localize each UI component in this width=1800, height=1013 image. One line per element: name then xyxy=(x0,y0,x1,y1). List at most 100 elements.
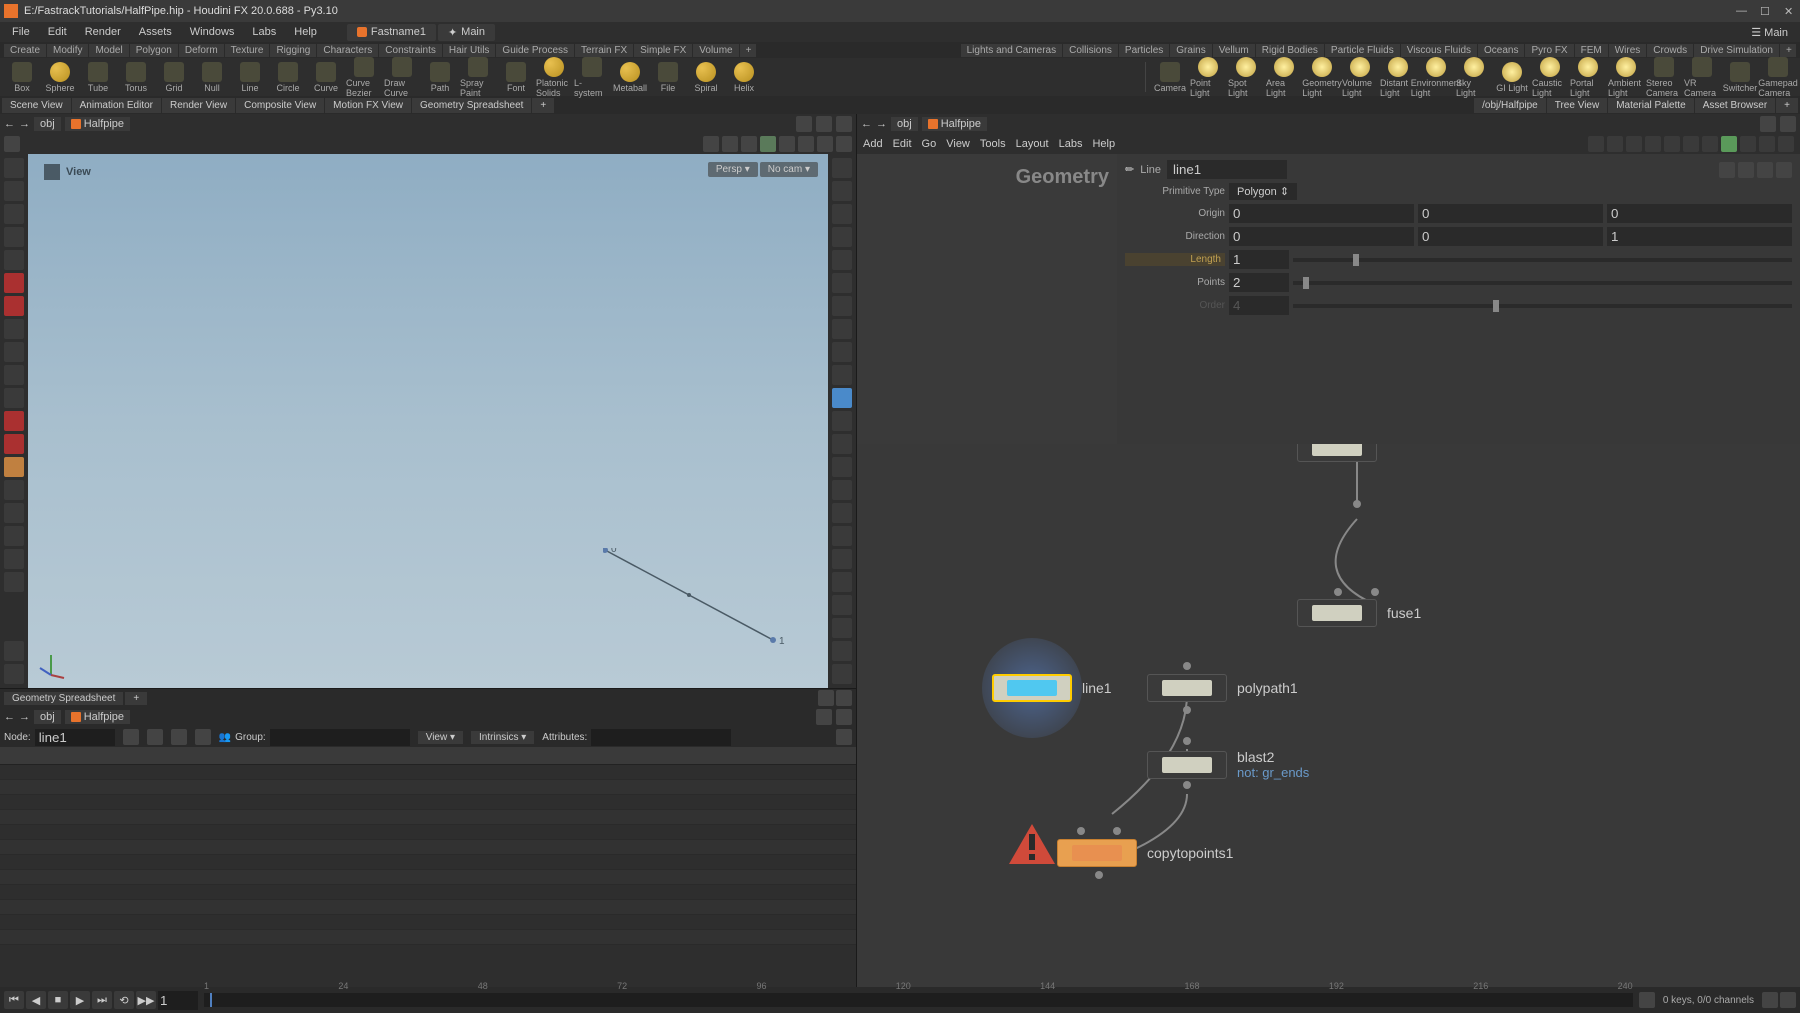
nav-back-icon[interactable]: ← xyxy=(861,118,872,130)
maximize-icon[interactable] xyxy=(836,116,852,132)
shelf-tool-camera[interactable]: Camera xyxy=(1152,62,1188,93)
display-opt-icon[interactable] xyxy=(832,526,852,546)
display-opt-icon[interactable] xyxy=(832,572,852,592)
shelf-tool-spotlight[interactable]: Spot Light xyxy=(1228,57,1264,98)
shelf-tab[interactable]: Drive Simulation xyxy=(1694,44,1779,57)
display-opt-icon[interactable] xyxy=(832,158,852,178)
origin-z-field[interactable] xyxy=(1607,204,1792,223)
pin-icon[interactable] xyxy=(816,709,832,725)
display-opt-icon[interactable] xyxy=(832,250,852,270)
tool-icon[interactable] xyxy=(4,503,24,523)
shelf-tool-drawcurve[interactable]: Draw Curve xyxy=(384,57,420,98)
shelf-tool-path[interactable]: Path xyxy=(422,62,458,93)
vertex-mode-icon[interactable] xyxy=(147,729,163,745)
prim-mode-icon[interactable] xyxy=(171,729,187,745)
play-first-button[interactable]: ⏮ xyxy=(4,991,24,1009)
shelf-tool-pointlight[interactable]: Point Light xyxy=(1190,57,1226,98)
shelf-tab[interactable]: Volume xyxy=(693,44,738,57)
pane-max-icon[interactable] xyxy=(836,690,852,706)
display-opt-icon[interactable] xyxy=(832,365,852,385)
node-polypath1[interactable]: polypath1 xyxy=(1147,674,1298,702)
path-segment-halfpipe[interactable]: Halfpipe xyxy=(65,710,130,724)
persp-dropdown[interactable]: Persp ▾ xyxy=(708,162,758,177)
shelf-tool-file[interactable]: File xyxy=(650,62,686,93)
node-blast2[interactable]: blast2 not: gr_ends xyxy=(1147,749,1309,780)
shelf-tool-torus[interactable]: Torus xyxy=(118,62,154,93)
network-opt-icon[interactable] xyxy=(1702,136,1718,152)
shelf-tool-amblight[interactable]: Ambient Light xyxy=(1608,57,1644,98)
pane-tab-assetbrowser[interactable]: Asset Browser xyxy=(1695,98,1775,113)
length-slider[interactable] xyxy=(1293,258,1792,262)
pane-tab-animeditor[interactable]: Animation Editor xyxy=(72,98,161,113)
help-icon[interactable] xyxy=(836,709,852,725)
pane-tab-add[interactable]: + xyxy=(1776,98,1798,113)
menu-help[interactable]: Help xyxy=(286,24,325,40)
nav-fwd-icon[interactable]: → xyxy=(19,711,30,723)
pin-icon[interactable] xyxy=(816,116,832,132)
node-line1[interactable]: line1 xyxy=(992,674,1112,702)
shelf-tab[interactable]: Vellum xyxy=(1213,44,1255,57)
spreadsheet-tab-add[interactable]: + xyxy=(125,692,147,705)
tool-icon[interactable] xyxy=(4,526,24,546)
shelf-tab[interactable]: Texture xyxy=(225,44,270,57)
nav-fwd-icon[interactable]: → xyxy=(876,118,887,130)
pane-tab-add[interactable]: + xyxy=(532,98,554,113)
network-opt-icon[interactable] xyxy=(1721,136,1737,152)
node-connector[interactable] xyxy=(1334,588,1342,596)
shelf-tab[interactable]: Constraints xyxy=(379,44,442,57)
shelf-tab[interactable]: Guide Process xyxy=(496,44,574,57)
select-tool-icon[interactable] xyxy=(4,181,24,201)
sel-mode-icon[interactable] xyxy=(760,136,776,152)
tool-icon[interactable] xyxy=(4,664,24,684)
origin-x-field[interactable] xyxy=(1229,204,1414,223)
pane-tab-compview[interactable]: Composite View xyxy=(236,98,324,113)
param-opt-icon[interactable] xyxy=(1757,162,1773,178)
attributes-field[interactable] xyxy=(591,729,731,746)
display-opt-icon[interactable] xyxy=(832,480,852,500)
help-icon[interactable] xyxy=(1776,162,1792,178)
param-opt-icon[interactable] xyxy=(1719,162,1735,178)
display-opt-icon[interactable] xyxy=(832,388,852,408)
menu-add[interactable]: Add xyxy=(863,138,883,150)
shelf-tab[interactable]: Pyro FX xyxy=(1525,44,1573,57)
menu-labs[interactable]: Labs xyxy=(244,24,284,40)
display-opt-icon[interactable] xyxy=(832,227,852,247)
play-stop-button[interactable]: ■ xyxy=(48,991,68,1009)
display-opt-icon[interactable] xyxy=(832,204,852,224)
shelf-tool-line[interactable]: Line xyxy=(232,62,268,93)
play-prev-button[interactable]: ◀ xyxy=(26,991,46,1009)
display-opt-icon[interactable] xyxy=(832,549,852,569)
tool-icon[interactable] xyxy=(4,549,24,569)
tool-icon[interactable] xyxy=(4,296,24,316)
shelf-tool-vollight[interactable]: Volume Light xyxy=(1342,57,1378,98)
node-copytopoints1[interactable]: copytopoints1 xyxy=(1057,839,1233,867)
view-tool-icon[interactable] xyxy=(4,158,24,178)
tool-icon[interactable] xyxy=(4,365,24,385)
node-fuse1[interactable]: fuse1 xyxy=(1297,599,1421,627)
path-segment-obj[interactable]: obj xyxy=(34,710,61,724)
shelf-tab[interactable]: FEM xyxy=(1575,44,1608,57)
node-upstream[interactable] xyxy=(1297,444,1377,462)
timeline-opt-icon[interactable] xyxy=(1780,992,1796,1008)
shelf-tool-gamepadcam[interactable]: Gamepad Camera xyxy=(1760,57,1796,98)
snap-icon[interactable] xyxy=(817,136,833,152)
network-opt-icon[interactable] xyxy=(1607,136,1623,152)
detail-mode-icon[interactable] xyxy=(195,729,211,745)
shelf-tab[interactable]: Rigging xyxy=(270,44,316,57)
display-opt-icon[interactable] xyxy=(832,319,852,339)
shelf-tool-arealight[interactable]: Area Light xyxy=(1266,57,1302,98)
menu-view[interactable]: View xyxy=(946,138,970,150)
shelf-tool-sphere[interactable]: Sphere xyxy=(42,62,78,93)
snap-icon[interactable] xyxy=(798,136,814,152)
shelf-tab[interactable]: Crowds xyxy=(1647,44,1693,57)
shelf-tab[interactable]: Viscous Fluids xyxy=(1401,44,1477,57)
shelf-tool-envlight[interactable]: Environment Light xyxy=(1418,57,1454,98)
group-field[interactable] xyxy=(270,729,410,746)
points-field[interactable] xyxy=(1229,273,1289,292)
shelf-tab[interactable]: Terrain FX xyxy=(575,44,633,57)
play-next-button[interactable]: ▶ xyxy=(70,991,90,1009)
shelf-tab[interactable]: Polygon xyxy=(130,44,178,57)
direction-y-field[interactable] xyxy=(1418,227,1603,246)
shelf-tool-switcher[interactable]: Switcher xyxy=(1722,62,1758,93)
shelf-tool-grid[interactable]: Grid xyxy=(156,62,192,93)
